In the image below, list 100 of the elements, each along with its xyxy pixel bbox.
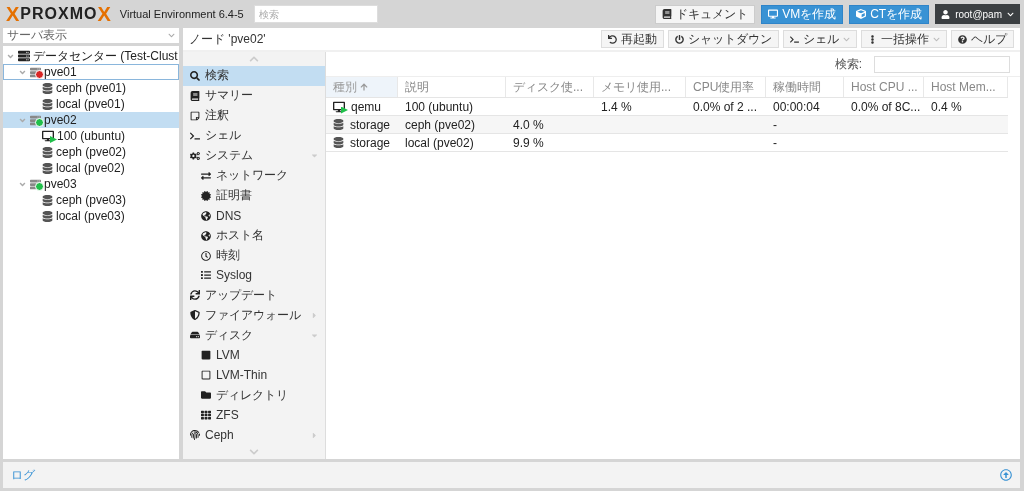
scroll-up-icon[interactable] [249, 54, 259, 64]
tree-item[interactable]: ceph (pve02) [3, 144, 179, 160]
folder-icon [201, 390, 211, 401]
cell-text: 9.9 % [513, 135, 544, 150]
database-icon [42, 194, 53, 206]
database-icon [42, 162, 53, 174]
nav-item[interactable]: サマリー [183, 85, 325, 106]
cell-text: 4.0 % [513, 117, 544, 132]
proxmox-logo: XPROXMOX [6, 2, 112, 26]
cell-text: 100 (ubuntu) [405, 99, 474, 114]
cell-text: 1.4 % [601, 99, 632, 114]
power-icon [675, 34, 684, 44]
caret-icon [1007, 10, 1014, 18]
expand-icon[interactable] [1000, 469, 1012, 481]
square-outline-icon [201, 370, 211, 381]
nav-item[interactable]: LVM [183, 345, 325, 366]
user-icon [941, 9, 951, 19]
nav-item[interactable]: 時刻 [183, 245, 325, 266]
search-field[interactable]: 検索 [253, 5, 378, 23]
toolbar-button[interactable]: 一括操作 [861, 30, 947, 48]
cell-text: local (pve02) [405, 135, 474, 150]
documentation-button[interactable]: ドキュメント [655, 4, 756, 24]
tree-item[interactable]: local (pve02) [3, 160, 179, 176]
tree-item[interactable]: local (pve03) [3, 208, 179, 224]
more-icon [868, 34, 877, 44]
nav-item[interactable]: 注釈 [183, 105, 325, 126]
nav-item[interactable]: ZFS [183, 405, 325, 426]
search-icon [190, 70, 200, 81]
cell-text: storage [350, 117, 391, 132]
cell-text: - [773, 117, 777, 132]
caret-icon [168, 32, 175, 39]
nav-item[interactable]: ホスト名 [183, 225, 325, 246]
certificate-icon [201, 190, 211, 201]
search-field[interactable] [874, 55, 1010, 73]
nav-item[interactable]: ディレクトリ [183, 385, 325, 406]
nav-item[interactable]: LVM-Thin [183, 365, 325, 386]
nav-item[interactable]: DNS [183, 205, 325, 226]
nav-item[interactable]: 証明書 [183, 185, 325, 206]
database-icon [42, 146, 53, 158]
nav-item[interactable]: ディスク [183, 325, 325, 346]
user-menu-button[interactable]: root@pam [935, 4, 1020, 24]
database-icon [42, 210, 53, 222]
database-icon [42, 98, 53, 110]
nav-item[interactable]: Syslog [183, 265, 325, 286]
arrows-icon [201, 170, 211, 181]
cell-text: 0.0% of 2 ... [693, 99, 758, 114]
tree-item[interactable]: local (pve01) [3, 96, 179, 112]
cube-icon [856, 9, 867, 19]
cell-text: 00:00:04 [773, 99, 820, 114]
note-icon [190, 110, 200, 121]
monitor-running-icon [42, 130, 54, 142]
tree-item[interactable]: 100 (ubuntu) [3, 128, 179, 144]
tree-item[interactable]: データセンター (Test-Clust [3, 48, 179, 64]
cell-text: storage [350, 135, 391, 150]
terminal-icon [790, 34, 799, 44]
tree-item[interactable]: pve02 [3, 112, 179, 128]
cell-text: ceph (pve02) [405, 117, 476, 132]
nav-item[interactable]: ネットワーク [183, 165, 325, 186]
gears-icon [190, 150, 200, 161]
nav-item[interactable]: Ceph [183, 425, 325, 446]
database-icon [333, 137, 344, 148]
cell-text: 0.0% of 8C... [851, 99, 921, 114]
globe-icon [201, 210, 211, 221]
toolbar-button[interactable]: シェル [783, 30, 857, 48]
undo-icon [608, 34, 617, 44]
nav-item[interactable]: システム [183, 145, 325, 166]
book-icon [190, 90, 200, 101]
toolbar-button[interactable]: シャットダウン [668, 30, 779, 48]
version-text: Virtual Environment 6.4-5 [119, 8, 244, 20]
tree-item[interactable]: ceph (pve03) [3, 192, 179, 208]
server-icon [18, 50, 30, 62]
toolbar-button[interactable]: ヘルプ [951, 30, 1014, 48]
globe-icon [201, 230, 211, 241]
help-icon [958, 34, 967, 44]
nav-item[interactable]: 検索 [183, 65, 325, 86]
tree-item[interactable]: pve03 [3, 176, 179, 192]
nav-item[interactable]: アップデート [183, 285, 325, 306]
tree-item[interactable]: pve01 [3, 64, 179, 80]
view-select[interactable]: サーバ表示 [3, 28, 179, 43]
search-label: 検索: [834, 55, 862, 73]
cell-text: - [773, 135, 777, 150]
nav-item[interactable]: ファイアウォール [183, 305, 325, 326]
caret-icon [843, 35, 850, 43]
cell-text: qemu [351, 99, 382, 114]
toolbar-button[interactable]: 再起動 [601, 30, 664, 48]
shield-icon [190, 310, 200, 321]
sync-icon [190, 290, 200, 301]
book-icon [662, 9, 673, 19]
database-icon [333, 119, 344, 130]
list-icon [201, 270, 211, 281]
database-icon [42, 82, 53, 94]
nav-item[interactable]: シェル [183, 125, 325, 146]
panel-title: ノード 'pve02' [189, 30, 267, 48]
clock-icon [201, 250, 211, 261]
monitor-icon [768, 9, 779, 19]
sort-icon [360, 83, 368, 91]
cell-text: 0.4 % [931, 99, 962, 114]
monitor-running-icon [333, 100, 345, 113]
tree-item[interactable]: ceph (pve01) [3, 80, 179, 96]
terminal-icon [190, 130, 200, 141]
